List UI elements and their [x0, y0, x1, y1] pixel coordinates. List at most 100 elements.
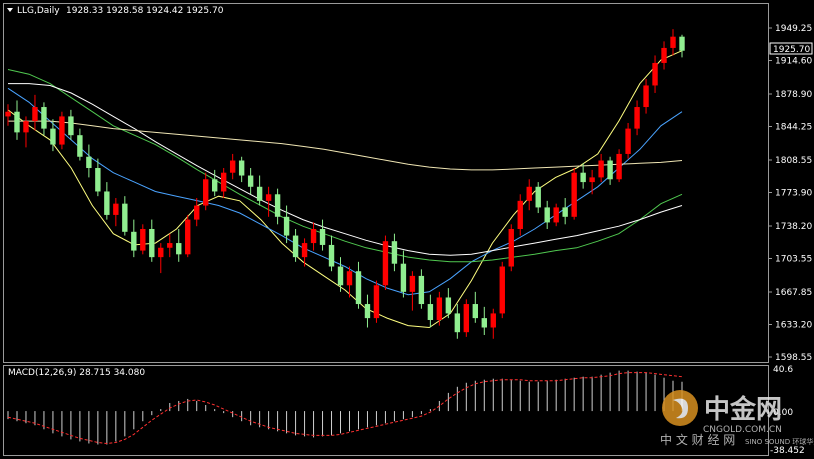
candle-body: [158, 247, 164, 258]
watermark-logo-icon: [662, 390, 698, 426]
candle-body: [310, 228, 317, 244]
candle-body: [292, 235, 299, 258]
symbol-title: LLG,Daily: [17, 6, 60, 16]
candle-body: [247, 175, 254, 187]
candle-body: [229, 160, 236, 173]
candle-body: [50, 128, 56, 145]
candle-body: [14, 111, 20, 133]
candle-body: [364, 304, 371, 319]
candle-body: [68, 116, 74, 136]
macd-label: MACD(12,26,9) 28.715 34.080: [8, 368, 145, 378]
candle-body: [409, 275, 416, 292]
candle-body: [194, 205, 200, 220]
candle-body: [32, 107, 38, 122]
candle-body: [382, 241, 389, 286]
candle-body: [499, 266, 505, 314]
candle-body: [400, 263, 407, 292]
candle-body: [580, 172, 586, 183]
candle-body: [535, 186, 541, 208]
candle: [571, 168, 577, 220]
price-tick-label: 1667.85: [775, 288, 812, 298]
candle-body: [131, 231, 137, 251]
candle-body: [616, 153, 622, 180]
chart-window[interactable]: 1949.25 1914.60 1878.90 1844.25 1808.55 1773.…: [0, 0, 814, 459]
price-tick-label: 1633.20: [775, 320, 812, 330]
price-tick-label: 1738.20: [775, 222, 812, 232]
candle-body: [346, 271, 353, 286]
candle-body: [490, 313, 496, 328]
candle-body: [436, 297, 443, 320]
candle-body: [238, 160, 245, 176]
candle-body: [643, 85, 649, 108]
candle-body: [454, 313, 461, 333]
candle-body: [176, 243, 182, 255]
candle: [508, 224, 514, 272]
candle-body: [427, 304, 434, 320]
candle-body: [625, 128, 631, 154]
price-tick-label: 1598.55: [775, 353, 812, 363]
candle-body: [517, 200, 523, 229]
candle: [185, 214, 191, 258]
candle-body: [122, 203, 128, 232]
candle-body: [391, 241, 398, 264]
macd-axis-bottom: -38.452: [770, 446, 805, 456]
price-tick-label: 1703.55: [775, 254, 812, 264]
candle-body: [418, 275, 425, 305]
current-price-label: 1925.70: [773, 45, 810, 55]
candle-body: [634, 107, 640, 129]
candle: [616, 149, 622, 183]
candle-body: [59, 116, 65, 145]
watermark-sub: 中 文 财 经 网: [660, 432, 735, 447]
candle-body: [41, 107, 47, 129]
ohlc-readout: 1928.33 1928.58 1924.42 1925.70: [66, 6, 224, 16]
candle-body: [86, 156, 92, 169]
candle-body: [679, 36, 685, 51]
price-tick-label: 1773.90: [775, 189, 812, 199]
price-tick-label: 1844.25: [775, 123, 812, 133]
candle-body: [95, 168, 101, 192]
candle-body: [104, 191, 110, 215]
candle-body: [220, 172, 227, 192]
candle-body: [265, 194, 272, 201]
watermark-partner: SINO SOUND 环球华兴: [745, 437, 814, 446]
candle-body: [670, 36, 676, 48]
candle-body: [607, 160, 613, 180]
candle-body: [5, 111, 11, 117]
candle: [59, 111, 65, 150]
candle-body: [140, 228, 146, 251]
candle-body: [661, 47, 667, 63]
candle-body: [283, 216, 290, 236]
candle-body: [463, 304, 470, 333]
candle-body: [77, 135, 83, 157]
candle-body: [319, 228, 326, 245]
candle-body: [23, 121, 29, 133]
candle-body: [203, 179, 209, 206]
candle-body: [355, 271, 362, 305]
chart-background: [0, 0, 814, 459]
candle-body: [149, 228, 155, 258]
candle-body: [508, 228, 514, 267]
candle-body: [445, 297, 452, 314]
candle-body: [274, 194, 281, 217]
candle-body: [553, 207, 559, 223]
candle-body: [526, 186, 532, 201]
watermark-brand: 中金网: [704, 394, 782, 425]
candle-body: [337, 266, 344, 286]
candle-body: [328, 244, 335, 267]
candle-body: [598, 160, 604, 178]
macd-axis-top: 40.6: [773, 365, 793, 375]
candle-body: [373, 285, 380, 319]
candle-body: [211, 179, 218, 192]
candle: [373, 280, 380, 323]
price-tick-label: 1808.55: [775, 156, 812, 166]
candle: [499, 261, 505, 319]
candle-body: [652, 62, 658, 86]
candle: [382, 235, 389, 290]
candle-body: [256, 186, 263, 201]
candle-body: [481, 318, 487, 328]
candle-body: [185, 219, 191, 255]
price-tick-label: 1878.90: [775, 90, 812, 100]
candle-body: [472, 304, 479, 319]
candle-body: [589, 177, 595, 183]
candle-body: [571, 172, 577, 217]
